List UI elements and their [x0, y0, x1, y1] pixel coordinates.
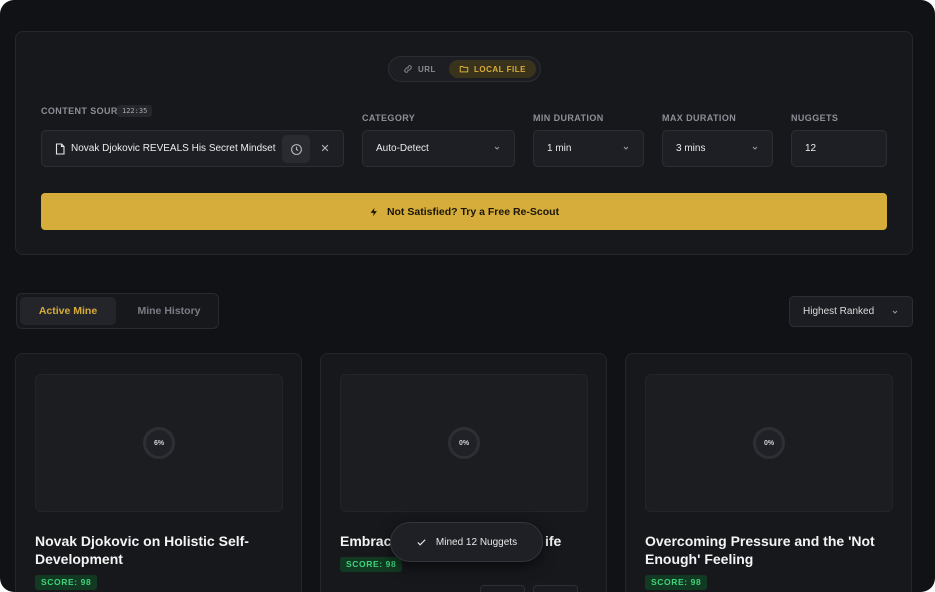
- clock-icon: [290, 143, 302, 155]
- clear-icon[interactable]: [320, 143, 330, 153]
- local-file-option[interactable]: LOCAL FILE: [449, 60, 536, 78]
- card-title: Novak Djokovic on Holistic Self-Developm…: [35, 533, 249, 567]
- content-source-field[interactable]: Novak Djokovic REVEALS His Secret Mindse…: [41, 130, 344, 167]
- chevron-down-icon: [892, 310, 898, 314]
- nuggets-input[interactable]: 12: [791, 130, 887, 167]
- nugget-card[interactable]: 6% Novak Djokovic on Holistic Self-Devel…: [15, 353, 302, 592]
- progress-indicator: 6%: [143, 427, 175, 459]
- folder-icon: [459, 66, 469, 73]
- link-icon: [404, 65, 412, 73]
- nuggets-label: NUGGETS: [791, 113, 839, 123]
- score-badge: SCORE: 98: [35, 575, 98, 590]
- video-thumbnail[interactable]: 0%: [340, 374, 588, 512]
- local-file-option-label: LOCAL FILE: [474, 64, 526, 74]
- chevron-down-icon: [623, 146, 629, 150]
- sort-select[interactable]: Highest Ranked: [789, 296, 913, 327]
- category-label: CATEGORY: [362, 113, 416, 123]
- lightning-icon: [370, 207, 377, 216]
- content-source-value: Novak Djokovic REVEALS His Secret Mindse…: [71, 143, 276, 154]
- min-duration-label: MIN DURATION: [533, 113, 604, 123]
- mining-config-panel: URL LOCAL FILE CONTENT SOURCE 122:35 CAT…: [15, 31, 913, 255]
- app-window: URL LOCAL FILE CONTENT SOURCE 122:35 CAT…: [0, 0, 935, 592]
- url-option-label: URL: [418, 64, 436, 74]
- category-value: Auto-Detect: [376, 143, 429, 154]
- duration-chip: 122:35: [117, 105, 153, 117]
- max-duration-value: 3 mins: [676, 143, 706, 154]
- history-button[interactable]: [282, 135, 310, 163]
- nuggets-value: 12: [805, 143, 817, 154]
- toast-message: Mined 12 Nuggets: [435, 536, 518, 548]
- max-duration-select[interactable]: 3 mins: [662, 130, 773, 167]
- card-title-tail: ife: [545, 533, 562, 549]
- rescout-button-label: Not Satisfied? Try a Free Re-Scout: [386, 205, 560, 218]
- nugget-card[interactable]: 0% Overcoming Pressure and the 'Not Enou…: [625, 353, 912, 592]
- toast-notification: Mined 12 Nuggets: [390, 522, 543, 562]
- url-option[interactable]: URL: [393, 60, 446, 78]
- video-thumbnail[interactable]: 0%: [645, 374, 893, 512]
- progress-indicator: 0%: [448, 427, 480, 459]
- min-duration-value: 1 min: [547, 143, 572, 154]
- max-duration-label: MAX DURATION: [662, 113, 737, 123]
- card-action-button[interactable]: [480, 585, 525, 592]
- score-badge: SCORE: 98: [340, 557, 403, 572]
- rescout-button[interactable]: Not Satisfied? Try a Free Re-Scout: [41, 193, 887, 230]
- card-title: Overcoming Pressure and the 'Not Enough'…: [645, 533, 875, 567]
- mine-tabs: Active Mine Mine History: [16, 293, 219, 329]
- check-icon: [417, 538, 426, 546]
- card-action-button[interactable]: [533, 585, 578, 592]
- progress-indicator: 0%: [753, 427, 785, 459]
- sort-value: Highest Ranked: [803, 306, 875, 317]
- tab-active-mine[interactable]: Active Mine: [20, 297, 116, 325]
- chevron-down-icon: [494, 146, 500, 150]
- video-thumbnail[interactable]: 6%: [35, 374, 283, 512]
- category-select[interactable]: Auto-Detect: [362, 130, 515, 167]
- chevron-down-icon: [752, 146, 758, 150]
- score-badge: SCORE: 98: [645, 575, 708, 590]
- tab-mine-history[interactable]: Mine History: [121, 297, 217, 325]
- min-duration-select[interactable]: 1 min: [533, 130, 644, 167]
- file-icon: [55, 142, 65, 155]
- source-type-toggle: URL LOCAL FILE: [388, 56, 541, 82]
